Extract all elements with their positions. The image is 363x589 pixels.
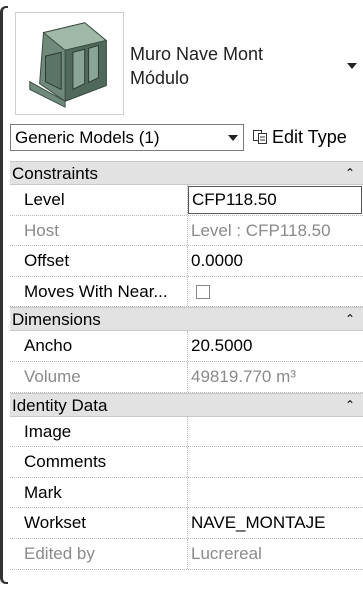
property-row-volume: Volume 49819.770 m³ [10,361,363,393]
property-row-moves-with-nearby[interactable]: Moves With Near... [10,276,363,308]
section-title: Identity Data [12,395,108,415]
property-label: Workset [10,508,188,538]
property-label: Level [10,185,188,215]
property-label: Edited by [10,538,188,569]
property-row-workset[interactable]: Workset NAVE_MONTAJE [10,508,363,539]
property-row-edited-by: Edited by Lucrereal [10,538,363,570]
section-dimensions[interactable]: Dimensions ⌃ [10,307,363,332]
property-value: Lucrereal [191,543,262,563]
comments-field[interactable] [188,447,363,477]
edit-type-label: Edit Type [272,127,347,147]
properties-grid: Constraints ⌃ Level CFP118.50 Host Level… [10,161,363,570]
collapse-icon[interactable]: ⌃ [345,394,355,416]
property-row-comments[interactable]: Comments [10,447,363,478]
property-label: Mark [10,477,188,508]
section-title: Constraints [12,164,98,183]
property-label: Volume [10,361,188,392]
property-value: 49819.770 m³ [191,366,296,386]
property-label: Image [10,416,188,447]
workset-field[interactable]: NAVE_MONTAJE [188,508,363,538]
property-row-ancho[interactable]: Ancho 20.5000 [10,331,363,362]
section-identity-data[interactable]: Identity Data ⌃ [10,392,363,417]
type-selector[interactable]: Muro Nave Mont Módulo [10,8,363,116]
type-name-label: Muro Nave Mont Módulo [130,42,263,90]
property-row-offset[interactable]: Offset 0.0000 [10,246,363,277]
image-field[interactable] [188,417,363,447]
property-label: Offset [10,246,188,276]
edit-type-icon [253,130,267,144]
filter-row: Generic Models (1) Edit Type [10,121,363,155]
property-label: Comments [10,447,188,477]
chevron-down-icon [228,135,238,141]
moves-with-nearby-checkbox[interactable] [196,284,210,299]
property-row-level[interactable]: Level CFP118.50 [10,185,363,216]
ancho-field[interactable]: 20.5000 [188,331,363,361]
property-value: Level : CFP118.50 [191,220,331,240]
type-name: Módulo [130,68,190,88]
level-field[interactable]: CFP118.50 [188,186,362,214]
section-constraints[interactable]: Constraints ⌃ [10,161,363,185]
property-row-mark[interactable]: Mark [10,477,363,509]
property-label: Moves With Near... [10,276,188,307]
collapse-icon[interactable]: ⌃ [345,308,355,330]
mark-field[interactable] [188,478,363,508]
3d-model-thumbnail-icon [15,12,124,115]
panel-edge [0,6,8,584]
property-row-host: Host Level : CFP118.50 [10,215,363,247]
property-row-image[interactable]: Image [10,416,363,448]
offset-field[interactable]: 0.0000 [188,246,363,276]
family-name: Muro Nave Mont [130,44,264,64]
triangle-down-icon[interactable] [347,63,357,69]
property-label: Host [10,215,188,246]
edit-type-button[interactable]: Edit Type [252,124,347,151]
instance-filter-dropdown[interactable]: Generic Models (1) [10,124,244,151]
property-label: Ancho [10,331,188,361]
section-title: Dimensions [12,310,101,330]
wall-model-icon [29,22,108,108]
properties-panel: Muro Nave Mont Módulo Generic Models (1)… [0,0,363,589]
instance-filter-value: Generic Models (1) [15,128,160,147]
collapse-icon[interactable]: ⌃ [345,162,355,184]
property-value [188,277,363,307]
